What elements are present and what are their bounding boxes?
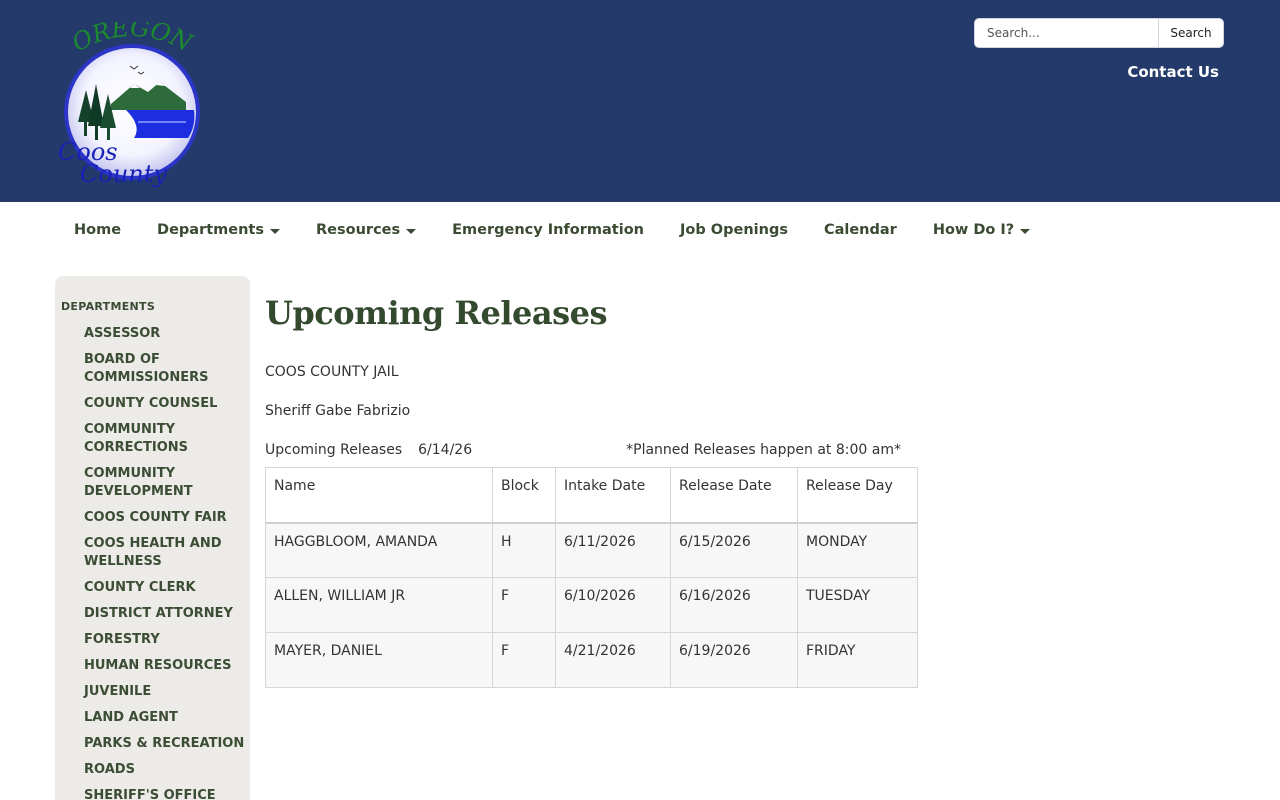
nav-how-do-i-label: How Do I?: [932, 222, 1015, 238]
contact-us-link[interactable]: Contact Us: [1127, 63, 1219, 81]
nav-calendar-label: Calendar: [823, 222, 897, 238]
county-logo[interactable]: OREGON Coos County: [56, 14, 206, 190]
sidebar-item-sheriffs-office[interactable]: SHERIFF'S OFFICE: [84, 787, 250, 800]
sidebar-item-juvenile[interactable]: JUVENILE: [84, 683, 250, 701]
releases-date: 6/14/26: [418, 442, 473, 458]
cell-release-day: FRIDAY: [797, 632, 918, 688]
table-row: MAYER, DANIEL F 4/21/2026 6/19/2026 FRID…: [265, 632, 918, 688]
nav-resources-label: Resources: [316, 222, 401, 238]
releases-line: Upcoming Releases 6/14/26 *Planned Relea…: [265, 440, 965, 460]
sheriff-name: Sheriff Gabe Fabrizio: [265, 403, 411, 419]
cell-intake-date: 4/21/2026: [555, 632, 671, 688]
nav-calendar[interactable]: Calendar: [806, 222, 915, 238]
sidebar-title: DEPARTMENTS: [61, 300, 156, 313]
sidebar-item-human-resources[interactable]: HUMAN RESOURCES: [84, 657, 250, 675]
page-title: Upcoming Releases: [265, 294, 608, 332]
sidebar-item-community-corrections[interactable]: COMMUNITY CORRECTIONS: [84, 421, 250, 457]
caret-down-icon: [406, 228, 417, 234]
nav-how-do-i[interactable]: How Do I?: [915, 222, 1048, 238]
header-intake-date: Intake Date: [555, 467, 671, 524]
caret-down-icon: [270, 228, 280, 234]
cell-name: ALLEN, WILLIAM JR: [265, 577, 493, 633]
main-content: Upcoming Releases COOS COUNTY JAIL Sheri…: [265, 294, 965, 688]
table-header-row: Name Block Intake Date Release Date Rele…: [265, 467, 918, 524]
nav-departments-label: Departments: [157, 222, 264, 238]
sidebar-item-land-agent[interactable]: LAND AGENT: [84, 709, 250, 727]
sidebar-list: ASSESSOR BOARD OF COMMISSIONERS COUNTY C…: [61, 325, 250, 800]
cell-release-day: TUESDAY: [797, 577, 918, 633]
site-header: OREGON Coos County Search Contact Us: [0, 0, 1280, 202]
nav-resources[interactable]: Resources: [298, 222, 434, 238]
nav-emergency-information[interactable]: Emergency Information: [434, 222, 662, 238]
caret-down-icon: [1020, 228, 1031, 234]
logo-line2: County: [80, 160, 167, 188]
table-row: ALLEN, WILLIAM JR F 6/10/2026 6/16/2026 …: [265, 577, 918, 633]
header-release-day: Release Day: [797, 467, 918, 524]
cell-block: F: [492, 632, 556, 688]
departments-sidebar: DEPARTMENTS ASSESSOR BOARD OF COMMISSION…: [55, 276, 250, 800]
nav-home[interactable]: Home: [56, 222, 139, 238]
sidebar-item-assessor[interactable]: ASSESSOR: [84, 325, 250, 343]
cell-name: MAYER, DANIEL: [265, 632, 493, 688]
search-button[interactable]: Search: [1159, 19, 1223, 47]
site-search: Search: [974, 18, 1224, 48]
releases-label: Upcoming Releases: [265, 442, 403, 458]
sidebar-item-board-of-commissioners[interactable]: BOARD OF COMMISSIONERS: [84, 351, 250, 387]
nav-departments[interactable]: Departments: [139, 222, 298, 238]
header-block: Block: [492, 467, 556, 524]
sidebar-item-coos-health-and-wellness[interactable]: COOS HEALTH AND WELLNESS: [84, 535, 250, 571]
nav-job-openings[interactable]: Job Openings: [662, 222, 806, 238]
sidebar-item-county-counsel[interactable]: COUNTY COUNSEL: [84, 395, 250, 413]
sidebar-item-coos-county-fair[interactable]: COOS COUNTY FAIR: [84, 509, 250, 527]
cell-release-date: 6/16/2026: [670, 577, 798, 633]
cell-release-day: MONDAY: [797, 522, 918, 578]
main-nav: Home Departments Resources Emergency Inf…: [56, 202, 1048, 258]
sidebar-item-forestry[interactable]: FORESTRY: [84, 631, 250, 649]
cell-release-date: 6/19/2026: [670, 632, 798, 688]
cell-block: H: [492, 522, 556, 578]
cell-block: F: [492, 577, 556, 633]
cell-name: HAGGBLOOM, AMANDA: [265, 522, 493, 578]
nav-home-label: Home: [74, 222, 122, 238]
sidebar-item-roads[interactable]: ROADS: [84, 761, 250, 779]
releases-table: Name Block Intake Date Release Date Rele…: [265, 467, 918, 688]
search-input[interactable]: [975, 19, 1159, 47]
cell-release-date: 6/15/2026: [670, 522, 798, 578]
header-name: Name: [265, 467, 493, 524]
cell-intake-date: 6/10/2026: [555, 577, 671, 633]
nav-jobs-label: Job Openings: [680, 222, 788, 238]
sidebar-item-community-development[interactable]: COMMUNITY DEVELOPMENT: [84, 465, 250, 501]
header-release-date: Release Date: [670, 467, 798, 524]
cell-intake-date: 6/11/2026: [555, 522, 671, 578]
sidebar-item-county-clerk[interactable]: COUNTY CLERK: [84, 579, 250, 597]
releases-note: *Planned Releases happen at 8:00 am*: [626, 442, 901, 458]
nav-emergency-label: Emergency Information: [452, 222, 644, 238]
sidebar-item-parks-recreation[interactable]: PARKS & RECREATION: [84, 735, 250, 753]
table-row: HAGGBLOOM, AMANDA H 6/11/2026 6/15/2026 …: [265, 522, 918, 578]
sidebar-item-district-attorney[interactable]: DISTRICT ATTORNEY: [84, 605, 250, 623]
jail-name: COOS COUNTY JAIL: [265, 364, 399, 380]
